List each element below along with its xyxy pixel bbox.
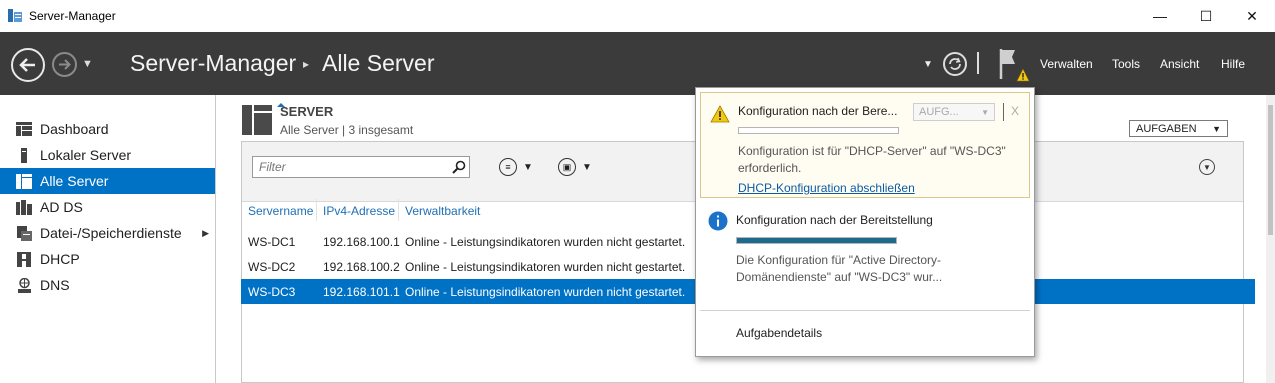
sidebar-item-dhcp[interactable]: DHCP xyxy=(0,246,215,272)
maximize-button[interactable]: ☐ xyxy=(1183,0,1229,32)
column-separator[interactable] xyxy=(398,199,399,221)
column-separator[interactable] xyxy=(316,199,317,221)
arrow-left-icon xyxy=(19,58,35,72)
breadcrumb-separator-icon: ▸ xyxy=(303,57,310,71)
chevron-down-icon: ▼ xyxy=(582,161,592,173)
column-header-servername[interactable]: Servername xyxy=(248,204,313,218)
notification-title: Konfiguration nach der Bereitstellung xyxy=(736,213,933,227)
tasks-label: AUFGABEN xyxy=(1136,122,1197,135)
sidebar-item-label: DHCP xyxy=(40,251,80,267)
cell-servername: WS-DC2 xyxy=(248,260,296,274)
column-header-verwaltbarkeit[interactable]: Verwaltbarkeit xyxy=(405,204,480,218)
sidebar-item-label: AD DS xyxy=(40,199,83,215)
all-servers-icon xyxy=(16,173,32,189)
info-icon xyxy=(708,211,728,231)
dns-icon xyxy=(16,277,32,293)
breadcrumb-current: Alle Server xyxy=(322,50,435,76)
local-server-icon xyxy=(16,147,32,163)
header-bar: ▼ Server-Manager ▸ Alle Server ▼ Verwalt… xyxy=(0,32,1275,95)
menu-ansicht[interactable]: Ansicht xyxy=(1160,57,1199,71)
ad-ds-icon xyxy=(16,199,32,215)
sidebar-item-label: DNS xyxy=(40,277,70,293)
dashboard-icon xyxy=(16,121,32,137)
cell-servername: WS-DC3 xyxy=(248,285,296,299)
refresh-icon xyxy=(949,57,961,70)
notification-tasks-label: AUFG... xyxy=(919,106,959,118)
tasks-dropdown-button[interactable]: AUFGABEN ▼ xyxy=(1129,120,1228,137)
notification-message: Konfiguration ist für "DHCP-Server" auf … xyxy=(738,144,1006,175)
server-group-icon xyxy=(242,105,272,135)
sidebar-item-label: Datei-/Speicherdienste xyxy=(40,225,182,241)
chevron-down-icon: ▼ xyxy=(523,161,533,173)
close-button[interactable]: ✕ xyxy=(1229,0,1275,32)
expand-arrow-icon[interactable]: ▶ xyxy=(202,228,209,239)
sidebar: Dashboard Lokaler Server Alle Server AD … xyxy=(0,95,216,383)
server-manager-app-icon xyxy=(8,9,22,22)
title-bar: Server-Manager — ☐ ✕ xyxy=(0,0,1275,32)
menu-verwalten[interactable]: Verwalten xyxy=(1040,57,1093,71)
list-icon: ≡ xyxy=(499,158,517,176)
header-dropdown-icon[interactable]: ▼ xyxy=(923,59,933,70)
expand-chevron-icon[interactable]: ▼ xyxy=(1199,159,1215,175)
header-separator xyxy=(977,52,979,74)
progress-fill xyxy=(737,238,896,243)
file-storage-icon xyxy=(16,225,32,241)
chevron-down-icon: ▼ xyxy=(1212,123,1221,134)
sidebar-item-label: Dashboard xyxy=(40,121,109,137)
cell-status: Online - Leistungsindikatoren wurden nic… xyxy=(405,260,686,274)
notification-separator xyxy=(1003,103,1004,121)
sidebar-item-datei-speicherdienste[interactable]: Datei-/Speicherdienste ▶ xyxy=(0,220,215,246)
list-options-button[interactable]: ≡ ▼ xyxy=(499,158,533,176)
minimize-button[interactable]: — xyxy=(1137,0,1183,32)
task-details-link[interactable]: Aufgabendetails xyxy=(736,326,822,340)
cell-servername: WS-DC1 xyxy=(248,235,296,249)
warning-icon xyxy=(710,105,730,123)
notification-tasks-dropdown[interactable]: AUFG... ▼ xyxy=(913,103,995,121)
flyout-divider xyxy=(700,310,1030,311)
column-header-ipv4[interactable]: IPv4-Adresse xyxy=(323,204,395,218)
cell-ipv4: 192.168.100.2 xyxy=(323,260,400,274)
section-title: SERVER xyxy=(280,104,334,119)
save-icon: ▣ xyxy=(558,158,576,176)
forward-button[interactable] xyxy=(52,52,77,77)
notification-progress-bar xyxy=(738,127,899,134)
sidebar-item-lokaler-server[interactable]: Lokaler Server xyxy=(0,142,215,168)
scrollbar-thumb[interactable] xyxy=(1268,105,1273,235)
dhcp-configuration-link[interactable]: DHCP-Konfiguration abschließen xyxy=(738,181,915,195)
sort-ascending-icon xyxy=(277,103,285,107)
chevron-down-icon: ▼ xyxy=(981,107,989,117)
filter-input[interactable] xyxy=(252,156,470,178)
cell-ipv4: 192.168.101.1 xyxy=(323,285,400,299)
notification-title: Konfiguration nach der Bere... xyxy=(738,104,898,118)
dhcp-icon xyxy=(16,251,32,267)
notification-message: Die Konfiguration für "Active Directory-… xyxy=(736,253,943,284)
back-button[interactable] xyxy=(11,48,45,82)
cell-status: Online - Leistungsindikatoren wurden nic… xyxy=(405,235,686,249)
menu-hilfe[interactable]: Hilfe xyxy=(1221,57,1245,71)
cell-ipv4: 192.168.100.1 xyxy=(323,235,400,249)
sidebar-item-label: Lokaler Server xyxy=(40,147,132,163)
refresh-button[interactable] xyxy=(943,52,967,76)
sidebar-item-ad-ds[interactable]: AD DS xyxy=(0,194,215,220)
notification-flag-icon[interactable] xyxy=(998,47,1030,83)
notification-warning: Konfiguration nach der Bere... AUFG... ▼… xyxy=(700,92,1030,198)
notification-progress-bar xyxy=(736,237,897,244)
save-query-button[interactable]: ▣ ▼ xyxy=(558,158,592,176)
sidebar-item-dns[interactable]: DNS xyxy=(0,272,215,298)
vertical-scrollbar[interactable] xyxy=(1266,95,1275,383)
history-dropdown-icon[interactable]: ▼ xyxy=(82,58,93,70)
arrow-right-icon xyxy=(59,59,71,70)
cell-status: Online - Leistungsindikatoren wurden nic… xyxy=(405,285,686,299)
breadcrumb-root[interactable]: Server-Manager xyxy=(130,50,296,77)
window-title: Server-Manager xyxy=(29,9,116,23)
section-subtitle: Alle Server | 3 insgesamt xyxy=(280,123,414,137)
sidebar-item-dashboard[interactable]: Dashboard xyxy=(0,116,215,142)
search-icon[interactable] xyxy=(452,160,466,174)
notification-flyout: Konfiguration nach der Bere... AUFG... ▼… xyxy=(695,87,1035,357)
menu-tools[interactable]: Tools xyxy=(1112,57,1140,71)
sidebar-item-alle-server[interactable]: Alle Server xyxy=(0,168,215,194)
sidebar-item-label: Alle Server xyxy=(40,173,109,189)
notification-close-icon[interactable]: X xyxy=(1011,104,1019,118)
